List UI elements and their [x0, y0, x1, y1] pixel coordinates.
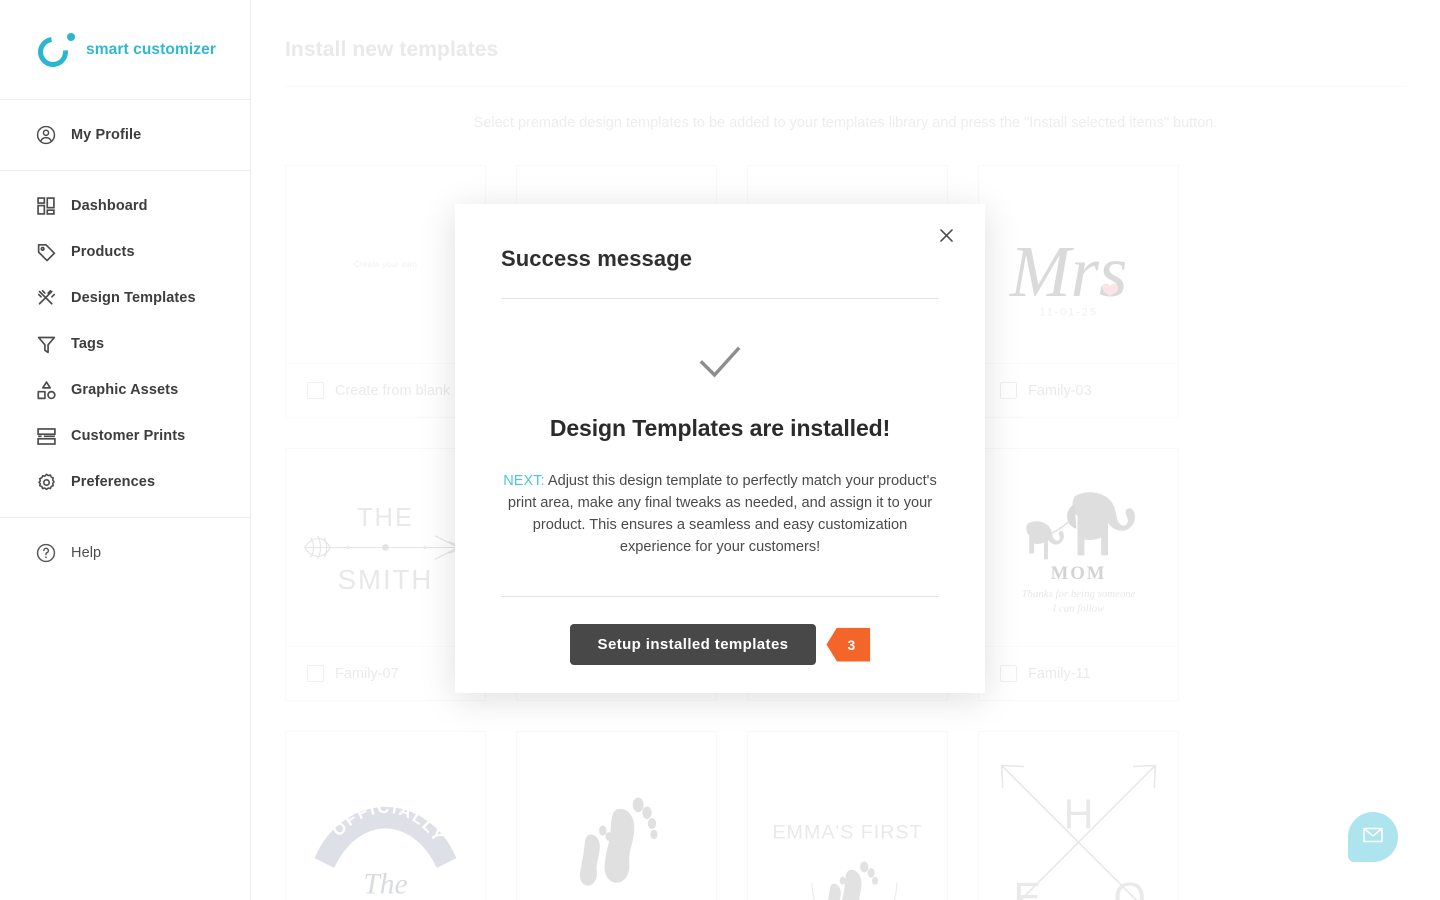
- sidebar-item-label: Dashboard: [71, 198, 148, 214]
- emmas-first-artwork: EMMA'S FIRST: [772, 821, 922, 900]
- close-icon[interactable]: [931, 220, 961, 250]
- template-card[interactable]: [516, 731, 717, 900]
- brand-name: smart customizer: [86, 40, 216, 58]
- envelope-icon: [1361, 823, 1385, 852]
- modal-body-text: Adjust this design template to perfectly…: [507, 473, 937, 555]
- tag-icon: [33, 239, 59, 265]
- sidebar-item-label: Customer Prints: [71, 428, 186, 444]
- page-subtitle: Select premade design templates to be ad…: [473, 115, 1218, 131]
- svg-text:Thanks for being someone: Thanks for being someone: [1022, 588, 1136, 600]
- modal-body: NEXT: Adjust this design template to per…: [501, 470, 939, 558]
- svg-text:H: H: [1064, 792, 1094, 838]
- card-label: Create from blank: [335, 382, 451, 399]
- svg-text:O: O: [1114, 874, 1146, 900]
- footprints-artwork: [579, 797, 658, 886]
- svg-text:I can follow: I can follow: [1052, 603, 1106, 615]
- card-checkbox[interactable]: [1000, 382, 1017, 399]
- sidebar-item-graphic-assets[interactable]: Graphic Assets: [0, 367, 250, 413]
- sidebar-item-dashboard[interactable]: Dashboard: [0, 183, 250, 229]
- card-label: Family-03: [1028, 382, 1092, 399]
- mrs-artwork: Mrs 11-01-25: [1009, 231, 1127, 319]
- card-artwork: [517, 732, 716, 900]
- svg-text:SMITH: SMITH: [338, 564, 434, 595]
- shapes-icon: [33, 377, 59, 403]
- user-circle-icon: [33, 122, 59, 148]
- nav-group-help: Help: [0, 518, 250, 588]
- template-card[interactable]: MOM Thanks for being someone I can follo…: [978, 448, 1179, 701]
- modal-headline: Design Templates are installed!: [549, 415, 891, 441]
- card-checkbox[interactable]: [1000, 665, 1017, 682]
- elephant-mom-artwork: MOM Thanks for being someone I can follo…: [1022, 492, 1136, 615]
- template-card[interactable]: OFFICIALLY The WORLD'S: [285, 731, 486, 900]
- app-root: smart customizer My Profile Dashboard Pr…: [0, 0, 1440, 900]
- sidebar-item-label: Design Templates: [71, 290, 196, 306]
- template-card[interactable]: EMMA'S FIRST: [747, 731, 948, 900]
- modal-actions: Setup installed templates 3: [501, 624, 939, 665]
- card-artwork: H E O: [979, 732, 1178, 900]
- nav-group-main: Dashboard Products Design Templates Tags…: [0, 171, 250, 518]
- sidebar-item-help[interactable]: Help: [0, 530, 250, 576]
- dashboard-grid-icon: [33, 193, 59, 219]
- chat-support-button[interactable]: [1348, 812, 1398, 862]
- modal-title: Success message: [501, 246, 693, 271]
- sidebar-item-preferences[interactable]: Preferences: [0, 459, 250, 505]
- template-card[interactable]: Mrs 11-01-25 Family-03: [978, 165, 1179, 418]
- card-artwork: Mrs 11-01-25: [979, 166, 1178, 363]
- printer-stack-icon: [33, 423, 59, 449]
- svg-text:The: The: [363, 869, 407, 900]
- modal-divider-bottom: [501, 596, 939, 597]
- sidebar-item-label: Graphic Assets: [71, 382, 179, 398]
- page-title: Install new templates: [285, 38, 499, 61]
- svg-text:E: E: [1013, 874, 1041, 900]
- card-footer: Family-03: [979, 363, 1178, 417]
- sidebar-item-customer-prints[interactable]: Customer Prints: [0, 413, 250, 459]
- sidebar: smart customizer My Profile Dashboard Pr…: [0, 0, 251, 900]
- sidebar-item-products[interactable]: Products: [0, 229, 250, 275]
- next-keyword: NEXT:: [503, 473, 545, 489]
- sidebar-item-design-templates[interactable]: Design Templates: [0, 275, 250, 321]
- sidebar-item-label: Help: [71, 545, 102, 561]
- header-divider: [285, 86, 1406, 87]
- officially-artwork: OFFICIALLY The WORLD'S: [314, 798, 457, 900]
- gear-icon: [33, 469, 59, 495]
- installed-count-badge: 3: [826, 627, 871, 662]
- card-label: Family-11: [1028, 665, 1091, 682]
- card-checkbox[interactable]: [307, 382, 324, 399]
- sidebar-item-label: Products: [71, 244, 135, 260]
- svg-text:MOM: MOM: [1051, 563, 1107, 584]
- success-modal: Success message Design Templates are ins…: [455, 204, 985, 693]
- card-artwork: OFFICIALLY The WORLD'S: [286, 732, 485, 900]
- scissors-tools-icon: [33, 285, 59, 311]
- create-your-own-note: Create your own: [353, 260, 418, 269]
- sidebar-item-label: Preferences: [71, 474, 156, 490]
- card-artwork: EMMA'S FIRST: [748, 732, 947, 900]
- page-header: Install new templates: [251, 0, 1440, 62]
- checkmark-icon: [697, 343, 743, 386]
- nav-group-profile: My Profile: [0, 100, 250, 171]
- setup-installed-templates-button[interactable]: Setup installed templates: [569, 624, 817, 665]
- question-circle-icon: [33, 540, 59, 566]
- svg-text:THE: THE: [357, 504, 414, 532]
- card-artwork: MOM Thanks for being someone I can follo…: [979, 449, 1178, 646]
- modal-divider-top: [501, 298, 939, 299]
- sidebar-item-label: Tags: [71, 336, 105, 352]
- circle-logo-icon: [31, 30, 76, 73]
- card-checkbox[interactable]: [307, 665, 324, 682]
- sidebar-item-tags[interactable]: Tags: [0, 321, 250, 367]
- card-label: Family-07: [335, 665, 399, 682]
- svg-text:11-01-25: 11-01-25: [1039, 307, 1097, 319]
- card-footer: Family-11: [979, 646, 1178, 700]
- svg-text:EMMA'S FIRST: EMMA'S FIRST: [772, 821, 922, 843]
- funnel-icon: [33, 331, 59, 357]
- crossed-arrows-artwork: H E O: [1000, 764, 1157, 900]
- sidebar-item-my-profile[interactable]: My Profile: [0, 112, 250, 158]
- success-check-wrap: [501, 343, 939, 386]
- template-card[interactable]: H E O: [978, 731, 1179, 900]
- brand-logo[interactable]: smart customizer: [0, 0, 250, 100]
- sidebar-item-label: My Profile: [71, 127, 142, 143]
- svg-text:Mrs: Mrs: [1009, 231, 1127, 312]
